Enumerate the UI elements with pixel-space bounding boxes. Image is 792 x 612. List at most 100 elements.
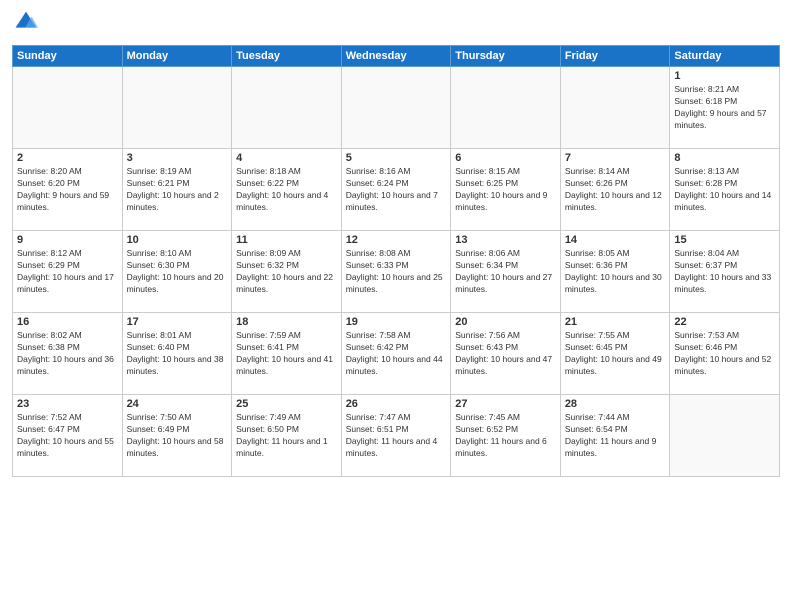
day-info: Sunrise: 8:01 AM Sunset: 6:40 PM Dayligh… [127,330,228,378]
day-number: 16 [17,316,118,328]
page: SundayMondayTuesdayWednesdayThursdayFrid… [0,0,792,612]
day-info: Sunrise: 7:53 AM Sunset: 6:46 PM Dayligh… [674,330,775,378]
calendar-cell: 5Sunrise: 8:16 AM Sunset: 6:24 PM Daylig… [341,149,451,231]
calendar-cell: 14Sunrise: 8:05 AM Sunset: 6:36 PM Dayli… [560,231,670,313]
calendar-cell: 18 Sunrise: 7:59 AM Sunset: 6:41 PM Dayli… [232,313,342,395]
day-number: 26 [346,398,447,410]
day-number: 1 [674,70,775,82]
day-info: Sunrise: 7:49 AM Sunset: 6:50 PM Dayligh… [236,412,337,460]
calendar-week-3: 9 Sunrise: 8:12 AM Sunset: 6:29 PM Daylig… [13,231,780,313]
day-header-friday: Friday [560,46,670,67]
day-number: 24 [127,398,228,410]
calendar-cell: 24 Sunrise: 7:50 AM Sunset: 6:49 PM Dayli… [122,395,232,477]
day-number: 2 [17,152,118,164]
calendar-cell: 26 Sunrise: 7:47 AM Sunset: 6:51 PM Dayli… [341,395,451,477]
day-header-saturday: Saturday [670,46,780,67]
calendar-week-4: 16 Sunrise: 8:02 AM Sunset: 6:38 PM Dayli… [13,313,780,395]
day-info: Sunrise: 8:02 AM Sunset: 6:38 PM Dayligh… [17,330,118,378]
day-info: Sunrise: 7:47 AM Sunset: 6:51 PM Dayligh… [346,412,447,460]
calendar-cell: 16 Sunrise: 8:02 AM Sunset: 6:38 PM Dayli… [13,313,123,395]
calendar-cell: 12 Sunrise: 8:08 AM Sunset: 6:33 PM Dayli… [341,231,451,313]
day-number: 28 [565,398,666,410]
day-header-sunday: Sunday [13,46,123,67]
day-number: 3 [127,152,228,164]
day-number: 5 [346,152,447,164]
calendar-cell: 19 Sunrise: 7:58 AM Sunset: 6:42 PM Dayli… [341,313,451,395]
day-number: 10 [127,234,228,246]
calendar-cell: 9 Sunrise: 8:12 AM Sunset: 6:29 PM Daylig… [13,231,123,313]
day-number: 15 [674,234,775,246]
day-header-tuesday: Tuesday [232,46,342,67]
calendar-cell: 15 Sunrise: 8:04 AM Sunset: 6:37 PM Dayli… [670,231,780,313]
day-info: Sunrise: 8:10 AM Sunset: 6:30 PM Dayligh… [127,248,228,296]
day-info: Sunrise: 8:04 AM Sunset: 6:37 PM Dayligh… [674,248,775,296]
day-info: Sunrise: 7:59 AM Sunset: 6:41 PM Dayligh… [236,330,337,378]
calendar-cell [122,67,232,149]
calendar-cell: 17 Sunrise: 8:01 AM Sunset: 6:40 PM Dayli… [122,313,232,395]
calendar-cell: 3 Sunrise: 8:19 AM Sunset: 6:21 PM Daylig… [122,149,232,231]
day-number: 17 [127,316,228,328]
day-info: Sunrise: 7:58 AM Sunset: 6:42 PM Dayligh… [346,330,447,378]
day-header-thursday: Thursday [451,46,561,67]
day-number: 25 [236,398,337,410]
day-number: 7 [565,152,666,164]
calendar-cell: 1 Sunrise: 8:21 AM Sunset: 6:18 PM Daylig… [670,67,780,149]
calendar-cell [560,67,670,149]
logo [12,10,42,39]
calendar-cell: 2 Sunrise: 8:20 AM Sunset: 6:20 PM Daylig… [13,149,123,231]
day-number: 11 [236,234,337,246]
day-info: Sunrise: 7:44 AM Sunset: 6:54 PM Dayligh… [565,412,666,460]
day-number: 12 [346,234,447,246]
calendar-cell [451,67,561,149]
day-info: Sunrise: 7:52 AM Sunset: 6:47 PM Dayligh… [17,412,118,460]
calendar-cell: 25 Sunrise: 7:49 AM Sunset: 6:50 PM Dayli… [232,395,342,477]
calendar-cell: 6 Sunrise: 8:15 AM Sunset: 6:25 PM Daylig… [451,149,561,231]
calendar-cell: 23 Sunrise: 7:52 AM Sunset: 6:47 PM Dayli… [13,395,123,477]
day-info: Sunrise: 8:06 AM Sunset: 6:34 PM Dayligh… [455,248,556,296]
day-number: 18 [236,316,337,328]
day-number: 19 [346,316,447,328]
day-info: Sunrise: 8:12 AM Sunset: 6:29 PM Dayligh… [17,248,118,296]
day-info: Sunrise: 8:19 AM Sunset: 6:21 PM Dayligh… [127,166,228,214]
day-info: Sunrise: 8:21 AM Sunset: 6:18 PM Dayligh… [674,84,775,132]
day-number: 4 [236,152,337,164]
calendar-cell: 20 Sunrise: 7:56 AM Sunset: 6:43 PM Dayli… [451,313,561,395]
day-info: Sunrise: 8:13 AM Sunset: 6:28 PM Dayligh… [674,166,775,214]
day-number: 8 [674,152,775,164]
calendar-week-1: 1 Sunrise: 8:21 AM Sunset: 6:18 PM Daylig… [13,67,780,149]
day-number: 20 [455,316,556,328]
calendar-cell: 28 Sunrise: 7:44 AM Sunset: 6:54 PM Dayli… [560,395,670,477]
day-info: Sunrise: 7:45 AM Sunset: 6:52 PM Dayligh… [455,412,556,460]
calendar-cell: 8 Sunrise: 8:13 AM Sunset: 6:28 PM Daylig… [670,149,780,231]
calendar-cell [341,67,451,149]
calendar-cell [232,67,342,149]
calendar-cell: 27 Sunrise: 7:45 AM Sunset: 6:52 PM Dayli… [451,395,561,477]
calendar-header-row: SundayMondayTuesdayWednesdayThursdayFrid… [13,46,780,67]
day-info: Sunrise: 7:56 AM Sunset: 6:43 PM Dayligh… [455,330,556,378]
day-number: 21 [565,316,666,328]
day-info: Sunrise: 8:20 AM Sunset: 6:20 PM Dayligh… [17,166,118,214]
calendar-week-2: 2 Sunrise: 8:20 AM Sunset: 6:20 PM Daylig… [13,149,780,231]
day-header-monday: Monday [122,46,232,67]
calendar-cell: 11 Sunrise: 8:09 AM Sunset: 6:32 PM Dayli… [232,231,342,313]
calendar-cell: 13Sunrise: 8:06 AM Sunset: 6:34 PM Dayli… [451,231,561,313]
day-info: Sunrise: 8:05 AM Sunset: 6:36 PM Dayligh… [565,248,666,296]
day-number: 9 [17,234,118,246]
calendar-cell: 7 Sunrise: 8:14 AM Sunset: 6:26 PM Daylig… [560,149,670,231]
day-info: Sunrise: 7:55 AM Sunset: 6:45 PM Dayligh… [565,330,666,378]
day-number: 6 [455,152,556,164]
day-number: 23 [17,398,118,410]
calendar-cell: 10 Sunrise: 8:10 AM Sunset: 6:30 PM Dayli… [122,231,232,313]
day-header-wednesday: Wednesday [341,46,451,67]
day-number: 27 [455,398,556,410]
day-info: Sunrise: 8:14 AM Sunset: 6:26 PM Dayligh… [565,166,666,214]
day-info: Sunrise: 8:09 AM Sunset: 6:32 PM Dayligh… [236,248,337,296]
logo-icon [14,10,38,34]
calendar-cell: 4 Sunrise: 8:18 AM Sunset: 6:22 PM Daylig… [232,149,342,231]
day-info: Sunrise: 8:15 AM Sunset: 6:25 PM Dayligh… [455,166,556,214]
day-info: Sunrise: 8:18 AM Sunset: 6:22 PM Dayligh… [236,166,337,214]
day-info: Sunrise: 7:50 AM Sunset: 6:49 PM Dayligh… [127,412,228,460]
calendar-cell: 22Sunrise: 7:53 AM Sunset: 6:46 PM Dayli… [670,313,780,395]
day-info: Sunrise: 8:08 AM Sunset: 6:33 PM Dayligh… [346,248,447,296]
calendar-cell [13,67,123,149]
